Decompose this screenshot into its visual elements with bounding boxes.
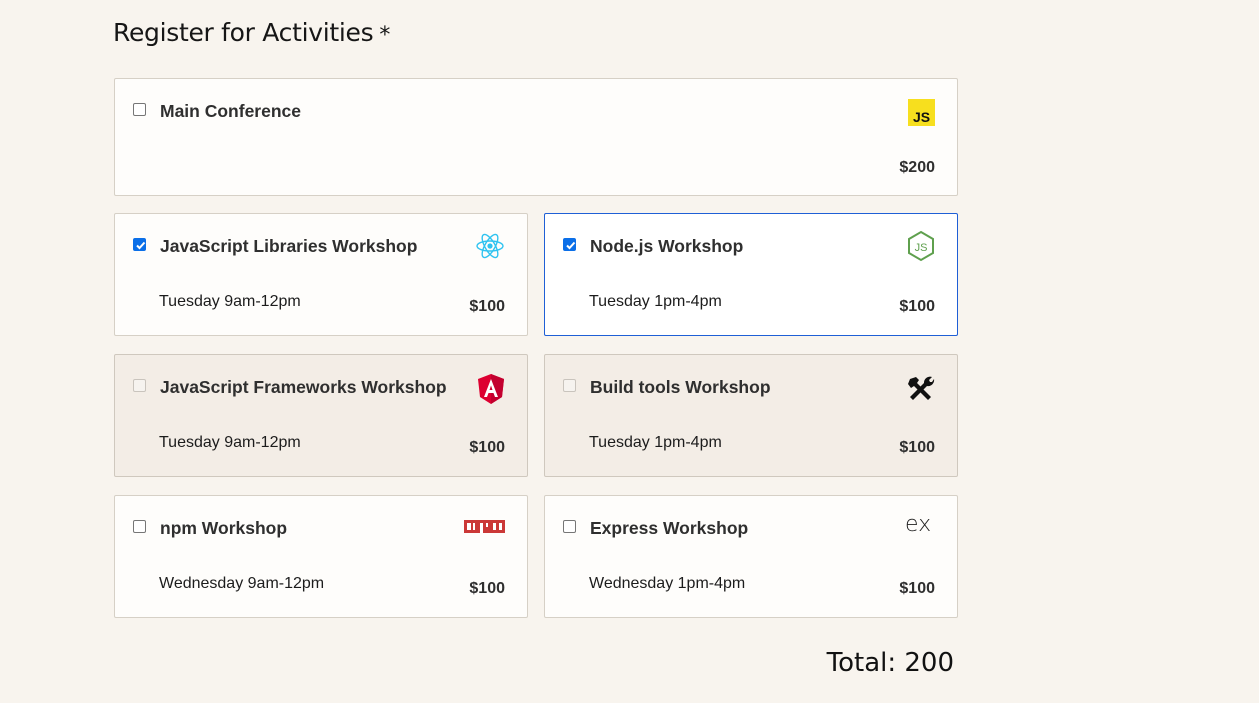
hammer-wrench-icon [907, 375, 935, 406]
activity-price: $100 [899, 439, 935, 456]
svg-text:ex: ex [905, 513, 931, 535]
express-checkbox[interactable] [563, 520, 576, 533]
activity-time: Wednesday 9am-12pm [159, 575, 325, 592]
required-asterisk: * [379, 23, 391, 48]
activity-name: JavaScript Frameworks Workshop [160, 377, 447, 397]
svg-text:JS: JS [915, 242, 928, 254]
activity-card-nodejs[interactable]: Node.js Workshop JS Tuesday 1pm-4pm $100 [544, 213, 958, 336]
activity-name: npm Workshop [160, 518, 288, 538]
activity-card-js-libraries[interactable]: JavaScript Libraries Workshop Tuesday 9a… [114, 213, 528, 336]
activity-card-main-conference[interactable]: Main Conference JS $200 [114, 78, 958, 196]
activity-time: Tuesday 1pm-4pm [589, 293, 722, 310]
total-cost: Total: 200 [826, 648, 954, 678]
activity-time: Wednesday 1pm-4pm [589, 575, 746, 592]
activity-price: $100 [469, 580, 505, 597]
activity-price: $100 [469, 439, 505, 456]
activity-card-build-tools[interactable]: Build tools Workshop Tuesday 1pm-4pm $10… [544, 354, 958, 477]
activity-price: $100 [899, 298, 935, 315]
npm-checkbox[interactable] [133, 520, 146, 533]
activity-time: Tuesday 9am-12pm [159, 434, 301, 451]
activity-name: JavaScript Libraries Workshop [160, 236, 418, 256]
react-logo-icon [475, 232, 505, 265]
activity-name: Node.js Workshop [590, 236, 744, 256]
activity-card-npm[interactable]: npm Workshop Wednesday 9am-12pm $100 [114, 495, 528, 618]
activity-price: $100 [899, 580, 935, 597]
activity-time: Tuesday 1pm-4pm [589, 434, 722, 451]
activity-name: Main Conference [160, 101, 301, 121]
angular-logo-icon [477, 373, 505, 410]
activities-heading: Register for Activities * [113, 18, 391, 48]
activity-card-express[interactable]: Express Workshop ex Wednesday 1pm-4pm $1… [544, 495, 958, 618]
activity-name: Express Workshop [590, 518, 749, 538]
js-libraries-checkbox[interactable] [133, 238, 146, 251]
express-logo-icon: ex [905, 512, 935, 540]
svg-text:JS: JS [913, 109, 930, 125]
javascript-logo-icon: JS [908, 99, 935, 131]
activities-title: Register for Activities [113, 18, 374, 47]
main-conference-checkbox[interactable] [133, 103, 146, 116]
activity-price: $200 [899, 159, 935, 176]
nodejs-logo-icon: JS [907, 230, 935, 267]
js-frameworks-checkbox[interactable] [133, 379, 146, 392]
activity-card-js-frameworks[interactable]: JavaScript Frameworks Workshop Tuesday 9… [114, 354, 528, 477]
build-tools-checkbox[interactable] [563, 379, 576, 392]
nodejs-checkbox[interactable] [563, 238, 576, 251]
activity-time: Tuesday 9am-12pm [159, 293, 301, 310]
npm-logo-icon [464, 520, 505, 541]
activity-name: Build tools Workshop [590, 377, 771, 397]
activity-price: $100 [469, 298, 505, 315]
